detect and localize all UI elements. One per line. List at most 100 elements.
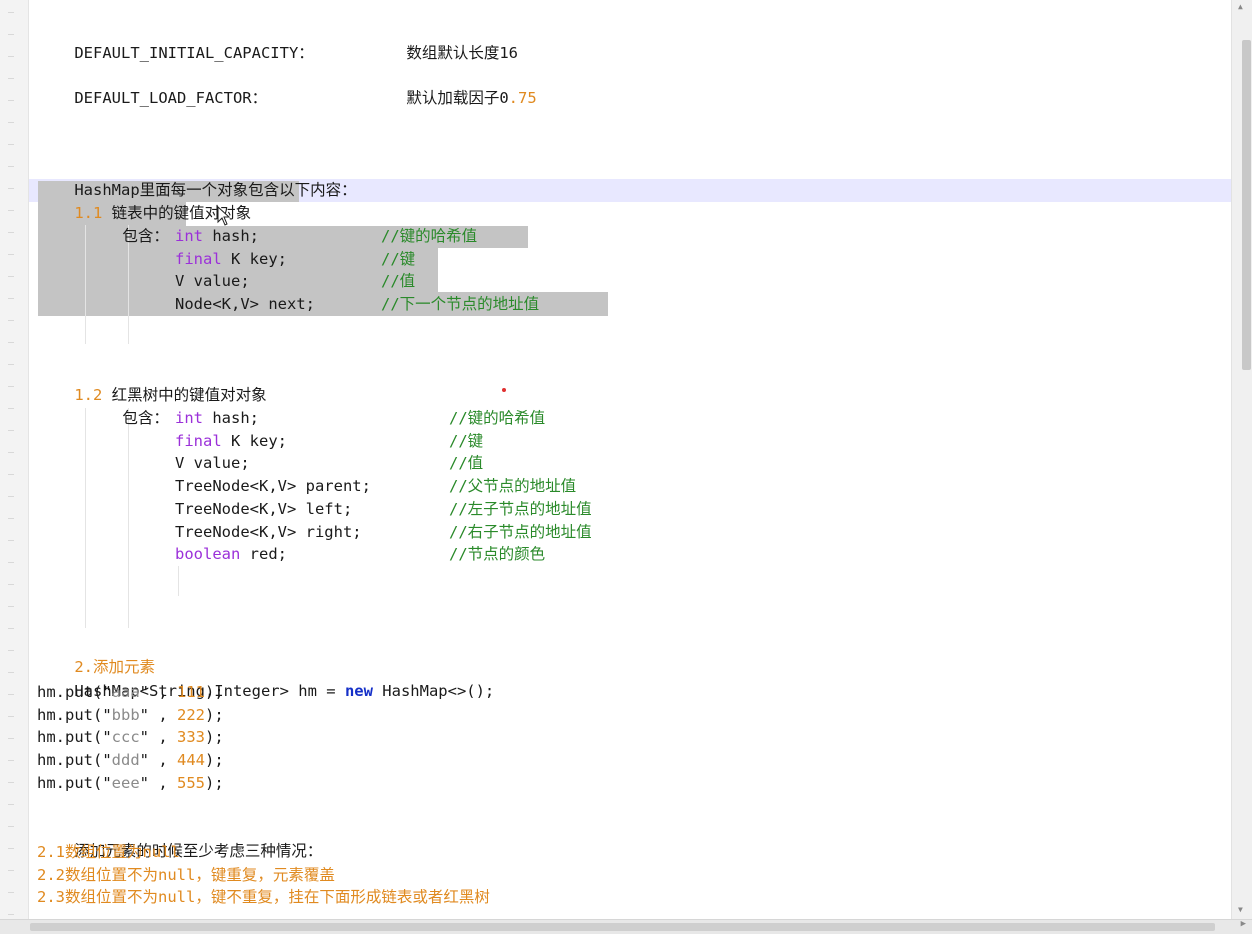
put-val: 222 xyxy=(176,705,205,724)
gutter-tick xyxy=(8,144,14,145)
field-text: hash; xyxy=(203,409,259,427)
gutter-tick xyxy=(8,342,14,343)
type-keyword: final xyxy=(175,431,222,450)
put-statement: hm.put("aaa" , 111); xyxy=(37,681,224,703)
red-dot-marker xyxy=(502,388,506,392)
put-post: ); xyxy=(204,683,224,701)
scroll-right-icon[interactable]: ▶ xyxy=(1241,919,1246,929)
put-val: 111 xyxy=(176,683,205,701)
section-2-heading: 2.添加元素 xyxy=(37,634,155,676)
load-factor-constant: DEFAULT_LOAD_FACTOR： xyxy=(74,89,268,107)
code-line: 数组默认长度16 xyxy=(369,20,518,62)
text-editor[interactable]: DEFAULT_INITIAL_CAPACITY： 数组默认长度16 DEFAU… xyxy=(29,0,1231,919)
gutter-tick xyxy=(8,826,14,827)
gutter-tick xyxy=(8,716,14,717)
vertical-scrollbar[interactable]: ▲ ▼ xyxy=(1231,0,1252,919)
capacity-constant: DEFAULT_INITIAL_CAPACITY： xyxy=(74,44,314,62)
put-val: 444 xyxy=(176,751,205,770)
gutter-tick xyxy=(8,628,14,629)
put-post: ); xyxy=(204,773,224,792)
case-item: 2.1数组位置为null xyxy=(37,843,180,861)
field-comment: //键的哈希值 xyxy=(381,227,478,245)
gutter-tick xyxy=(8,738,14,739)
field-text: hash; xyxy=(203,227,259,245)
scroll-up-icon[interactable]: ▲ xyxy=(1238,2,1243,11)
code-line: HashMap<String,Integer> hm = new HashMap… xyxy=(37,658,494,700)
gutter-tick xyxy=(8,694,14,695)
gutter-tick xyxy=(8,276,14,277)
indent-guide xyxy=(128,408,129,628)
gutter-tick xyxy=(8,430,14,431)
gutter-tick xyxy=(8,166,14,167)
field-comment: //节点的颜色 xyxy=(449,545,546,564)
code-line: DEFAULT_LOAD_FACTOR： xyxy=(37,65,267,107)
put-statement: hm.put("eee" , 555); xyxy=(37,772,224,794)
field-declaration: TreeNode<K,V> right; xyxy=(175,521,362,543)
vertical-scroll-thumb[interactable] xyxy=(1242,40,1251,370)
put-pre: hm.put(" xyxy=(37,705,112,724)
field-declaration: TreeNode<K,V> parent; xyxy=(175,475,371,497)
field-text: Node<K,V> next; xyxy=(175,295,315,314)
put-post: ); xyxy=(204,751,224,770)
horizontal-scrollbar[interactable]: ▶ xyxy=(0,919,1252,934)
field-text: K key; xyxy=(221,249,287,268)
section-1-1-heading: 1.1 链表中的键值对对象 xyxy=(37,180,251,222)
put-statement: hm.put("ddd" , 444); xyxy=(37,749,224,771)
field-declaration: TreeNode<K,V> left; xyxy=(175,498,352,520)
mouse-cursor-icon xyxy=(217,206,231,226)
field-comment: //键 xyxy=(381,249,416,268)
field-declaration: Node<K,V> next; xyxy=(175,293,315,315)
put-statement: hm.put("ccc" , 333); xyxy=(37,726,224,748)
case-item: 2.2数组位置不为null，键重复，元素覆盖 xyxy=(37,865,335,884)
put-val: 333 xyxy=(176,728,205,747)
put-key: eee xyxy=(111,773,140,792)
gutter-tick xyxy=(8,452,14,453)
field-declaration: boolean red; xyxy=(175,543,287,565)
type-keyword: int xyxy=(175,227,203,245)
field-text: V value; xyxy=(175,272,250,291)
horizontal-scroll-thumb[interactable] xyxy=(30,923,1215,931)
gutter-tick xyxy=(8,760,14,761)
field-text: TreeNode<K,V> parent; xyxy=(175,477,371,496)
indent-guide xyxy=(128,318,129,344)
field-comment: //下一个节点的地址值 xyxy=(381,295,540,314)
put-key: aaa xyxy=(111,683,140,701)
indent-guide xyxy=(178,566,179,596)
code-line: 包含： xyxy=(85,203,169,245)
field-declaration: final K key; xyxy=(175,430,287,452)
put-key: ddd xyxy=(111,751,140,770)
type-keyword: int xyxy=(175,409,203,427)
code-line: 默认加载因子0.75 xyxy=(369,65,536,107)
field-declaration: V value; xyxy=(175,270,250,292)
gutter-tick xyxy=(8,320,14,321)
field-declaration: final K key; xyxy=(175,248,287,270)
left-gutter xyxy=(0,0,29,933)
gutter-tick xyxy=(8,386,14,387)
capacity-description: 数组默认长度16 xyxy=(406,44,518,62)
put-post: ); xyxy=(204,705,224,724)
gutter-tick xyxy=(8,540,14,541)
gutter-tick xyxy=(8,804,14,805)
scroll-down-icon[interactable]: ▼ xyxy=(1238,905,1243,914)
gutter-tick xyxy=(8,848,14,849)
gutter-tick xyxy=(8,474,14,475)
put-val: 555 xyxy=(176,773,205,792)
code-line: HashMap里面每一个对象包含以下内容： xyxy=(37,157,356,199)
put-key: ccc xyxy=(111,728,140,747)
put-pre: hm.put(" xyxy=(37,751,112,770)
type-keyword: final xyxy=(175,249,222,268)
put-mid: " , xyxy=(139,683,177,701)
gutter-tick xyxy=(8,232,14,233)
field-text: V value; xyxy=(175,454,250,473)
field-comment: //值 xyxy=(449,454,484,473)
put-post: ); xyxy=(204,728,224,747)
contains-label: 包含： xyxy=(122,409,169,427)
section-1-2-heading: 1.2 红黑树中的键值对对象 xyxy=(37,362,266,404)
field-declaration: int hash; xyxy=(175,225,259,247)
gutter-tick xyxy=(8,518,14,519)
gutter-tick xyxy=(8,100,14,101)
gutter-tick xyxy=(8,914,14,915)
put-mid: " , xyxy=(139,728,177,747)
gutter-tick xyxy=(8,78,14,79)
field-comment: //值 xyxy=(381,272,416,291)
